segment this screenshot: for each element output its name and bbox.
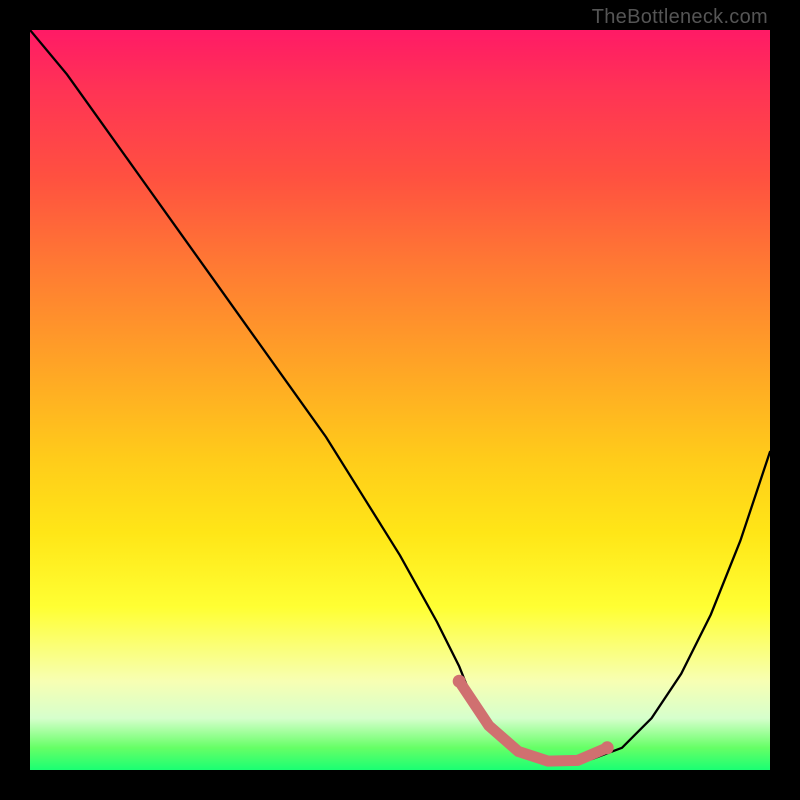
chart-container: TheBottleneck.com xyxy=(0,0,800,800)
main-curve xyxy=(30,30,770,763)
plot-area xyxy=(30,30,770,770)
highlight-end-dot xyxy=(601,741,614,754)
highlight-segment xyxy=(459,681,607,761)
watermark-text: TheBottleneck.com xyxy=(592,6,768,29)
curve-layer xyxy=(30,30,770,770)
highlight-start-dot xyxy=(453,675,466,688)
